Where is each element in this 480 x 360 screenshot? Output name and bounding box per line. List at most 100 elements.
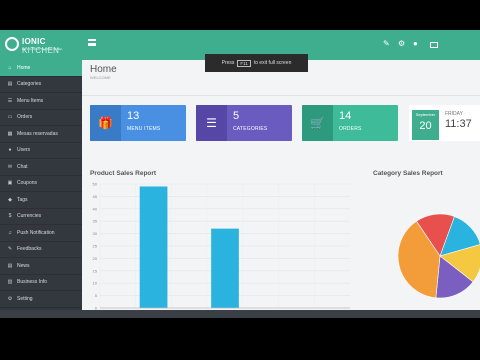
sidebar-item-label: Feedbacks <box>17 246 42 253</box>
sidebar-item-label: Users <box>17 147 31 154</box>
stat-value: 14 <box>339 110 352 122</box>
main-content: Home WELCOME 🎁 13 MENU ITEMS ☰ 5 CATEGORIES 🛒 1… <box>82 60 480 318</box>
sidebar-item-news[interactable]: ▤ News <box>0 258 82 275</box>
y-tick-label: 40 <box>93 206 98 211</box>
product-sales-title: Product Sales Report <box>90 170 157 177</box>
taskbar-strip <box>0 310 480 318</box>
bar-9/18[interactable] <box>211 228 239 308</box>
divider <box>82 95 480 96</box>
business-info-icon: ▥ <box>7 279 13 286</box>
bar-9/16[interactable] <box>139 186 168 308</box>
sidebar-item-label: Currencies <box>17 213 42 220</box>
page-subtitle: WELCOME <box>90 75 111 80</box>
sidebar-item-coupons[interactable]: ▣ Coupons <box>0 176 82 192</box>
sidebar-item-currencies[interactable]: $ Currencies <box>0 209 82 225</box>
coupons-icon: ▣ <box>7 180 13 187</box>
categories-icon: ▤ <box>7 81 13 88</box>
sidebar-item-tags[interactable]: ◆ Tags <box>0 192 82 209</box>
sidebar-item-chat[interactable]: ✉ Chat <box>0 159 82 176</box>
sidebar-item-menu-items[interactable]: ☰ Menu Items <box>0 93 82 110</box>
user-icon[interactable]: ● <box>413 39 418 48</box>
news-icon: ▤ <box>7 262 13 269</box>
y-tick-label: 45 <box>93 194 98 199</box>
sidebar-item-label: Tags <box>17 196 28 203</box>
y-tick-label: 25 <box>93 244 98 249</box>
stat-card-icon-box: ☰ <box>196 105 227 141</box>
orders-icon: ▭ <box>7 114 13 121</box>
tags-icon: ◆ <box>8 196 12 203</box>
sidebar-item-label: Push Notification <box>17 229 55 236</box>
stat-label: MENU ITEMS <box>127 126 161 132</box>
y-tick-label: 35 <box>93 219 98 224</box>
reservations-icon: ▦ <box>7 130 13 137</box>
sidebar: ⌂ Home ▤ Categories ☰ Menu Items ▭ Orders ▦ Mesas… <box>0 60 82 318</box>
toast-text: to exit full screen <box>253 60 292 66</box>
stat-card-menu-items[interactable]: 🎁 13 MENU ITEMS <box>90 105 186 141</box>
sidebar-item-label: Mesas reservadas <box>17 130 58 137</box>
stat-value: 13 <box>127 110 140 122</box>
sidebar-item-mesas-reservadas[interactable]: ▦ Mesas reservadas <box>0 126 82 143</box>
sidebar-item-push-notification[interactable]: ♫ Push Notification <box>0 225 82 242</box>
stat-value: 5 <box>233 110 240 122</box>
y-tick-label: 10 <box>93 281 98 286</box>
stat-card-icon-box: 🛒 <box>302 105 333 141</box>
users-icon: ● <box>8 147 12 154</box>
calendar-badge: September 20 <box>412 110 439 140</box>
gift-icon: 🎁 <box>98 116 113 130</box>
menu-items-icon: ☰ <box>7 97 13 104</box>
toast-key: F11 <box>237 59 251 67</box>
y-tick-label: 30 <box>93 231 98 236</box>
sidebar-item-orders[interactable]: ▭ Orders <box>0 110 82 126</box>
sidebar-item-label: Business Info <box>17 279 48 286</box>
feedbacks-icon: ✎ <box>7 246 13 253</box>
brand-tagline: RESTAURANT ADMIN PANEL <box>22 47 63 51</box>
sidebar-item-label: News <box>17 262 30 269</box>
logo-ring-icon <box>5 37 19 51</box>
sidebar-item-feedbacks[interactable]: ✎ Feedbacks <box>0 242 82 258</box>
settings-icon: ⚙ <box>7 295 13 302</box>
sidebar-item-business-info[interactable]: ▥ Business Info <box>0 275 82 291</box>
edit-icon[interactable]: ✎ <box>383 39 390 48</box>
settings-icon[interactable]: ⚙ <box>398 39 405 48</box>
day-number: 20 <box>419 120 432 132</box>
sidebar-item-label: Chat <box>17 163 28 170</box>
sidebar-item-users[interactable]: ● Users <box>0 143 82 159</box>
sidebar-item-label: Menu Items <box>17 97 44 104</box>
sidebar-item-label: Setting <box>17 295 33 302</box>
weekday-label: FRIDAY <box>445 111 463 117</box>
sidebar-item-categories[interactable]: ▤ Categories <box>0 77 82 93</box>
stat-card-orders[interactable]: 🛒 14 ORDERS <box>302 105 398 141</box>
y-tick-label: 5 <box>95 293 98 298</box>
y-tick-label: 15 <box>93 268 98 273</box>
app-window: IONIC KITCHEN RESTAURANT ADMIN PANEL ✎ ⚙… <box>0 30 480 318</box>
sidebar-item-label: Home <box>17 64 31 71</box>
sidebar-item-setting[interactable]: ⚙ Setting <box>0 291 82 308</box>
y-tick-label: 50 <box>93 182 98 187</box>
sidebar-item-label: Categories <box>17 81 42 88</box>
brand-name: IONIC KITCHEN <box>22 37 60 55</box>
brand-logo[interactable]: IONIC KITCHEN RESTAURANT ADMIN PANEL <box>3 35 81 55</box>
stat-card-categories[interactable]: ☰ 5 CATEGORIES <box>196 105 292 141</box>
hamburger-menu-icon[interactable] <box>88 39 96 46</box>
fullscreen-toast: Press F11 to exit full screen <box>205 54 308 72</box>
clock-time: 11:37 <box>445 118 472 130</box>
page-title: Home <box>90 64 117 75</box>
sidebar-item-home[interactable]: ⌂ Home <box>0 60 82 77</box>
stat-label: ORDERS <box>339 126 362 132</box>
chat-icon: ✉ <box>7 163 13 170</box>
sidebar-item-label: Orders <box>17 114 33 121</box>
sidebar-item-label: Coupons <box>17 180 38 187</box>
date-time-card: September 20 FRIDAY 11:37 <box>409 105 480 141</box>
home-icon: ⌂ <box>8 64 12 71</box>
list-icon: ☰ <box>206 116 217 130</box>
fullscreen-icon[interactable] <box>430 42 438 48</box>
cart-icon: 🛒 <box>310 116 325 130</box>
category-sales-pie <box>397 213 480 299</box>
stat-label: CATEGORIES <box>233 126 268 132</box>
toast-press: Press <box>221 60 235 66</box>
currencies-icon: $ <box>8 213 12 220</box>
category-sales-title: Category Sales Report <box>373 170 443 177</box>
push-notification-icon: ♫ <box>8 229 12 236</box>
stat-card-icon-box: 🎁 <box>90 105 121 141</box>
product-sales-chart: 051015202530354045509/139/169/179/189/15… <box>93 182 350 316</box>
